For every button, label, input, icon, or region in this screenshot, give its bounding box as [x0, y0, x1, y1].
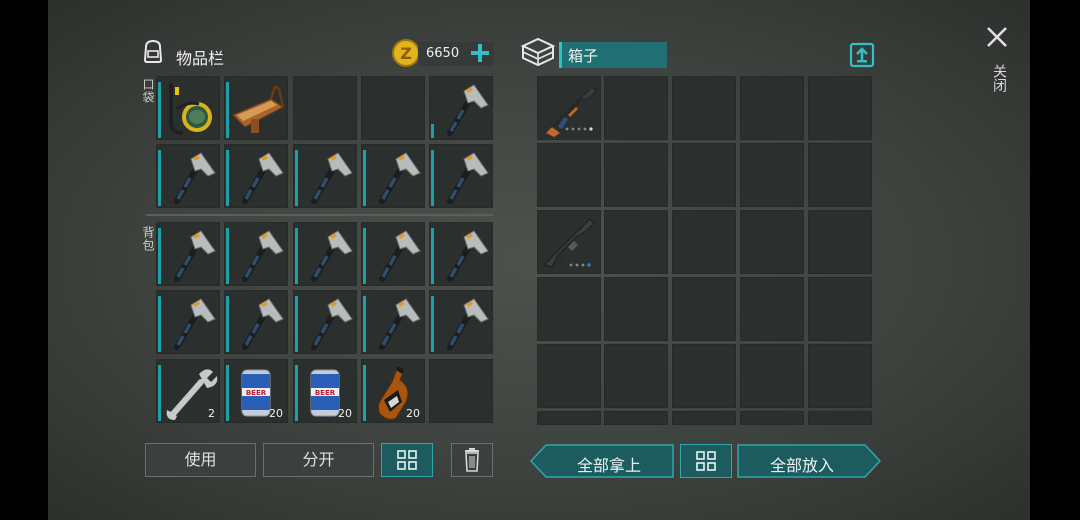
section-divider [146, 214, 493, 216]
box-slot[interactable] [604, 344, 668, 408]
box-slot[interactable] [537, 143, 601, 207]
box-slot[interactable] [537, 344, 601, 408]
box-slot[interactable] [604, 277, 668, 341]
svg-text:BEER: BEER [246, 389, 267, 397]
box-name-field[interactable]: 箱子 [559, 42, 667, 68]
item-count: 20 [406, 407, 420, 420]
take-all-label: 全部拿上 [576, 456, 641, 475]
trash-icon [465, 448, 479, 472]
split-button[interactable]: 分开 [263, 443, 374, 477]
backpack-icon [143, 39, 163, 63]
backpack-tag: 背包 [141, 226, 155, 252]
sort-inventory-button[interactable] [381, 443, 433, 477]
pocket-tag: 口袋 [141, 78, 155, 104]
inventory-slot[interactable] [224, 222, 288, 286]
box-slot[interactable] [604, 210, 668, 274]
box-upload-button[interactable] [848, 40, 876, 70]
inventory-slot[interactable]: BEER 20 [224, 359, 288, 423]
svg-text:BEER: BEER [315, 389, 336, 397]
box-slot[interactable] [808, 344, 872, 408]
inventory-slot[interactable] [361, 76, 425, 140]
box-slot[interactable] [740, 411, 804, 425]
inventory-slot[interactable] [156, 76, 220, 140]
box-slot[interactable] [672, 344, 736, 408]
box-slot[interactable] [672, 76, 736, 140]
inventory-slot[interactable] [224, 144, 288, 208]
coin-icon: Z [392, 39, 420, 67]
close-icon [987, 27, 1007, 47]
box-icon [520, 37, 556, 67]
item-count: 20 [269, 407, 283, 420]
box-slot[interactable] [537, 210, 601, 274]
box-slot[interactable] [808, 76, 872, 140]
inventory-slot[interactable] [429, 359, 493, 423]
take-all-button[interactable]: 全部拿上 [530, 444, 674, 478]
inventory-slot[interactable] [429, 290, 493, 354]
game-screen: 物品栏 Z 6650 口袋 背包 2 BEER 20 BEER 20 20 箱子 使用 分 [0, 0, 1080, 520]
inventory-slot[interactable] [293, 290, 357, 354]
box-slot[interactable] [672, 277, 736, 341]
inventory-slot[interactable] [293, 76, 357, 140]
close-button[interactable]: 关闭 [982, 22, 1012, 102]
box-slot[interactable] [808, 210, 872, 274]
inventory-slot[interactable] [156, 290, 220, 354]
inventory-slot[interactable]: 2 [156, 359, 220, 423]
box-slot[interactable] [604, 143, 668, 207]
box-slot[interactable] [740, 143, 804, 207]
inventory-slot[interactable]: BEER 20 [293, 359, 357, 423]
add-coins-button[interactable] [468, 40, 492, 66]
upload-icon [849, 42, 875, 68]
box-slot[interactable] [808, 277, 872, 341]
put-all-label: 全部放入 [769, 456, 834, 475]
inventory-slot[interactable] [156, 144, 220, 208]
box-slot[interactable] [672, 143, 736, 207]
grid-sort-icon [397, 450, 417, 470]
item-count: 2 [208, 407, 215, 420]
use-button[interactable]: 使用 [145, 443, 256, 477]
inventory-slot[interactable] [429, 76, 493, 140]
close-label: 关闭 [991, 64, 1007, 92]
inventory-slot[interactable] [293, 144, 357, 208]
inventory-slot[interactable] [224, 290, 288, 354]
box-slot[interactable] [672, 411, 736, 425]
box-slot[interactable] [537, 277, 601, 341]
box-slot[interactable] [808, 143, 872, 207]
box-slot[interactable] [604, 76, 668, 140]
inventory-slot[interactable] [429, 222, 493, 286]
svg-text:Z: Z [400, 44, 412, 63]
box-slot[interactable] [537, 76, 601, 140]
box-slot[interactable] [672, 210, 736, 274]
inventory-slot[interactable] [156, 222, 220, 286]
put-all-button[interactable]: 全部放入 [737, 444, 881, 478]
box-slot[interactable] [808, 411, 872, 425]
box-slot[interactable] [740, 210, 804, 274]
sort-box-button[interactable] [680, 444, 732, 478]
inventory-slot[interactable] [361, 144, 425, 208]
box-slot[interactable] [537, 411, 601, 425]
box-slot[interactable] [740, 277, 804, 341]
box-slot[interactable] [604, 411, 668, 425]
inventory-title: 物品栏 [176, 49, 225, 68]
inventory-slot[interactable] [361, 222, 425, 286]
grid-sort-icon [696, 451, 716, 471]
box-slot[interactable] [740, 76, 804, 140]
item-count: 20 [338, 407, 352, 420]
inventory-slot[interactable] [361, 290, 425, 354]
discard-button[interactable] [451, 443, 493, 477]
inventory-slot[interactable] [429, 144, 493, 208]
inventory-slot[interactable]: 20 [361, 359, 425, 423]
inventory-panel: 物品栏 Z 6650 口袋 背包 2 BEER 20 BEER 20 20 箱子 使用 分 [48, 0, 1030, 520]
coin-count: 6650 [426, 46, 460, 61]
box-name: 箱子 [568, 47, 599, 65]
plus-icon [471, 44, 489, 62]
box-slot[interactable] [740, 344, 804, 408]
inventory-slot[interactable] [293, 222, 357, 286]
inventory-slot[interactable] [224, 76, 288, 140]
